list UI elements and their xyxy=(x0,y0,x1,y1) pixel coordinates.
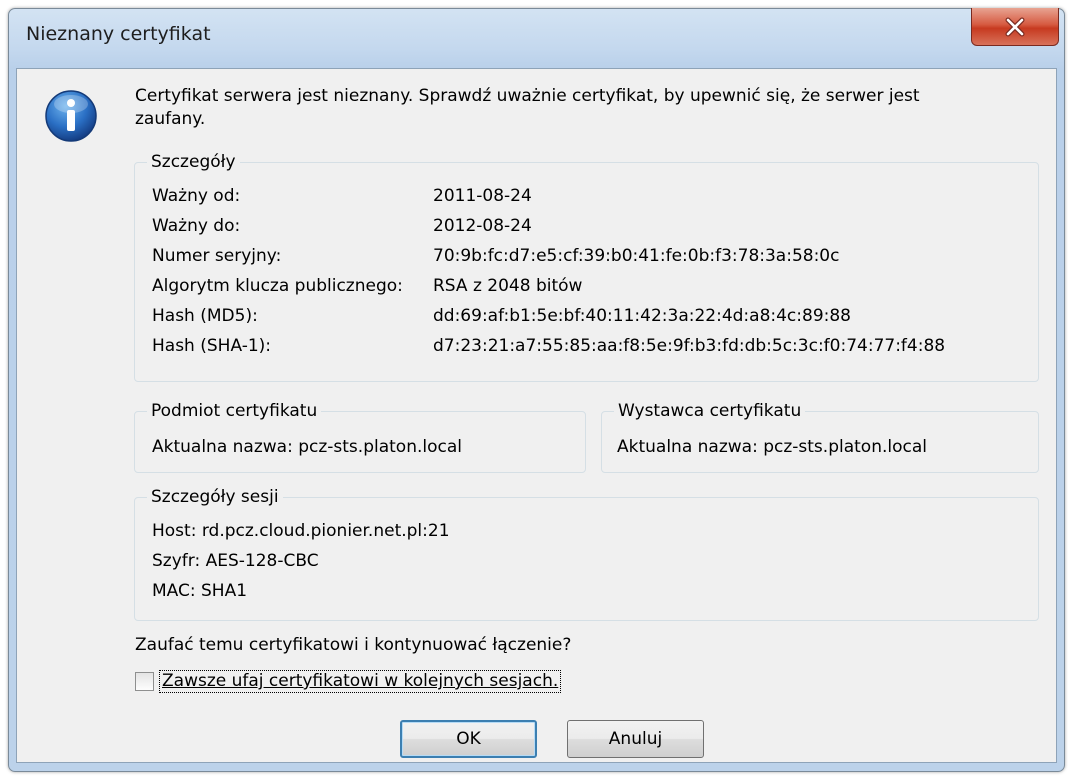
host-label: Host: xyxy=(152,521,197,541)
close-icon xyxy=(1005,17,1025,36)
always-trust-option[interactable]: Zawsze ufaj certyfikatowi w kolejnych se… xyxy=(135,670,562,693)
details-legend: Szczegóły xyxy=(147,151,240,173)
issuer-legend: Wystawca certyfikatu xyxy=(614,400,806,422)
valid-to-value: 2012-08-24 xyxy=(433,216,532,236)
subject-name: Aktualna nazwa: pcz-sts.platon.local xyxy=(152,437,462,457)
ok-button[interactable]: OK xyxy=(400,720,537,758)
close-button[interactable] xyxy=(971,8,1059,46)
dialog-body: Certyfikat serwera jest nieznany. Sprawd… xyxy=(16,68,1057,763)
public-key-algorithm-label: Algorytm klucza publicznego: xyxy=(152,276,403,296)
trust-question: Zaufać temu certyfikatowi i kontynuować … xyxy=(135,635,572,655)
issuer-name: Aktualna nazwa: pcz-sts.platon.local xyxy=(617,437,927,457)
serial-number-value: 70:9b:fc:d7:e5:cf:39:b0:41:fe:0b:f3:78:3… xyxy=(433,246,840,266)
serial-number-label: Numer seryjny: xyxy=(152,246,282,266)
host-value: rd.pcz.cloud.pionier.net.pl:21 xyxy=(201,521,450,541)
always-trust-checkbox[interactable] xyxy=(135,672,154,691)
valid-from-label: Ważny od: xyxy=(152,186,241,206)
mac-value: SHA1 xyxy=(201,581,248,601)
intro-message: Certyfikat serwera jest nieznany. Sprawd… xyxy=(135,86,920,129)
valid-from-value: 2011-08-24 xyxy=(433,186,532,206)
session-host: Host: rd.pcz.cloud.pionier.net.pl:21 xyxy=(152,520,450,542)
valid-to-label: Ważny do: xyxy=(152,216,241,236)
subject-legend: Podmiot certyfikatu xyxy=(147,400,322,422)
public-key-algorithm-value: RSA z 2048 bitów xyxy=(433,276,583,296)
cancel-button[interactable]: Anuluj xyxy=(567,720,704,758)
session-group: Szczegóły sesji Host: rd.pcz.cloud.pioni… xyxy=(134,486,1039,621)
hash-sha1-value: d7:23:21:a7:55:85:aa:f8:5e:9f:b3:fd:db:5… xyxy=(433,336,946,356)
window-title: Nieznany certyfikat xyxy=(26,23,211,45)
session-mac: MAC: SHA1 xyxy=(152,580,247,602)
hash-md5-label: Hash (MD5): xyxy=(152,306,258,326)
mac-label: MAC: xyxy=(152,581,196,601)
hash-sha1-label: Hash (SHA-1): xyxy=(152,336,272,356)
session-cipher: Szyfr: AES-128-CBC xyxy=(152,550,319,572)
cipher-value: AES-128-CBC xyxy=(205,551,319,571)
session-legend: Szczegóły sesji xyxy=(147,486,283,508)
dialog-window: Nieznany certyfikat Certyfikat serwera j… xyxy=(8,8,1065,772)
cipher-label: Szyfr: xyxy=(152,551,201,571)
info-icon xyxy=(45,90,97,142)
details-group: Szczegóły Ważny od: 2011-08-24 Ważny do:… xyxy=(134,151,1039,382)
hash-md5-value: dd:69:af:b1:5e:bf:40:11:42:3a:22:4d:a8:4… xyxy=(433,306,852,326)
subject-group: Podmiot certyfikatu Aktualna nazwa: pcz-… xyxy=(134,400,586,473)
always-trust-label[interactable]: Zawsze ufaj certyfikatowi w kolejnych se… xyxy=(159,670,562,693)
issuer-group: Wystawca certyfikatu Aktualna nazwa: pcz… xyxy=(601,400,1039,473)
